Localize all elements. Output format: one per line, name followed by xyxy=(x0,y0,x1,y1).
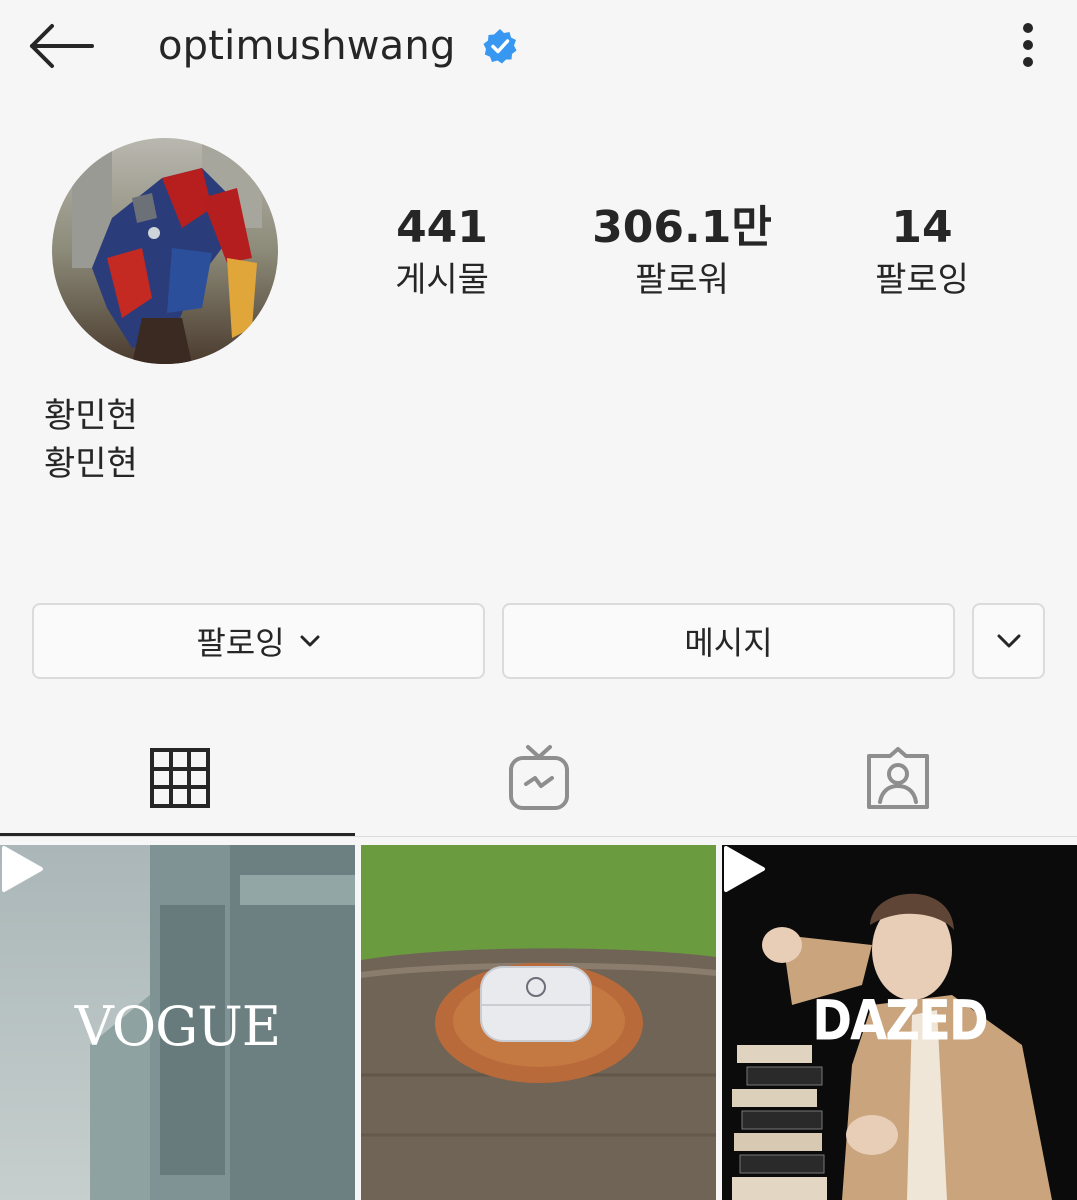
play-icon xyxy=(2,846,43,892)
play-icon xyxy=(724,846,765,892)
tab-divider xyxy=(0,836,1077,837)
post-overlay-text: VOGUE xyxy=(74,995,281,1058)
grid-icon xyxy=(149,748,210,808)
profile-username: optimushwang xyxy=(158,23,456,69)
suggested-accounts-button[interactable] xyxy=(972,603,1045,679)
following-button[interactable]: 팔로잉 xyxy=(32,603,485,679)
back-button[interactable] xyxy=(28,22,98,70)
posts-count-value: 441 xyxy=(396,202,488,253)
post-thumbnail[interactable]: DAZED xyxy=(722,845,1077,1200)
tab-grid[interactable] xyxy=(0,730,359,826)
chevron-down-icon xyxy=(997,634,1020,648)
following-count[interactable]: 14 팔로잉 xyxy=(812,198,1032,304)
post-thumbnail[interactable] xyxy=(361,845,716,1200)
profile-name: 황민현 xyxy=(44,396,138,436)
arrow-left-icon xyxy=(30,24,94,68)
tab-igtv[interactable] xyxy=(359,730,718,826)
followers-count[interactable]: 306.1만 팔로워 xyxy=(572,198,792,304)
following-count-label: 팔로잉 xyxy=(875,260,969,300)
chevron-down-icon xyxy=(300,635,320,647)
message-button[interactable]: 메시지 xyxy=(502,603,955,679)
more-options-button[interactable] xyxy=(1010,20,1046,72)
profile-bio: 황민현 xyxy=(44,444,138,484)
following-count-value: 14 xyxy=(891,202,953,253)
post-overlay-text: DAZED xyxy=(812,988,988,1054)
posts-count[interactable]: 441 게시물 xyxy=(332,198,552,304)
post-thumbnail[interactable]: VOGUE xyxy=(0,845,355,1200)
followers-count-value: 306.1만 xyxy=(592,202,772,253)
igtv-icon xyxy=(508,745,569,810)
tagged-icon xyxy=(866,747,929,809)
tab-tagged[interactable] xyxy=(718,730,1077,826)
avatar[interactable] xyxy=(52,138,278,364)
followers-count-label: 팔로워 xyxy=(635,260,729,300)
following-button-label: 팔로잉 xyxy=(196,624,285,662)
message-button-label: 메시지 xyxy=(684,624,773,662)
verified-badge-icon xyxy=(482,28,518,64)
more-vertical-icon xyxy=(1023,23,1033,67)
posts-count-label: 게시물 xyxy=(395,260,489,300)
